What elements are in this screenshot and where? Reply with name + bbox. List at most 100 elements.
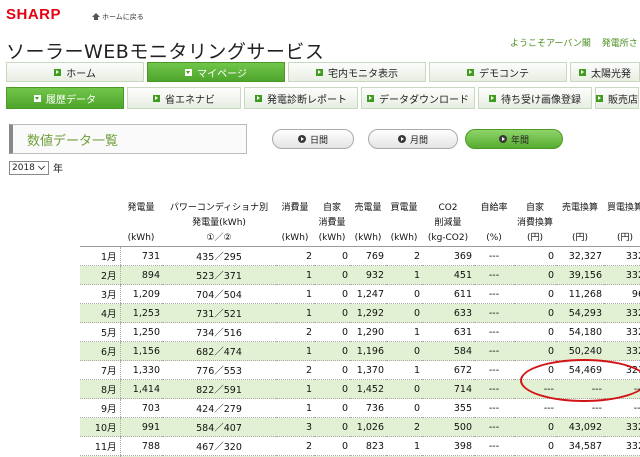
column-header-line: (円): [616, 233, 634, 243]
table-cell: 584／407: [162, 417, 276, 437]
table-cell: 0: [386, 303, 422, 323]
table-cell: 1,290: [350, 322, 386, 342]
table-cell: 1,196: [350, 341, 386, 361]
arrow-square-icon: [54, 68, 62, 76]
table-cell: 0: [386, 341, 422, 361]
subnav-label: 待ち受け画像登録: [501, 94, 581, 106]
table-cell: ---: [556, 398, 604, 418]
subnav-diagnosis-report[interactable]: 発電診断レポート: [244, 87, 358, 109]
table-cell: 1,414: [119, 379, 162, 399]
table-cell: 2: [276, 322, 314, 342]
column-header: CO2 削減量 (kg-CO2): [422, 201, 474, 247]
data-table: 発電量 (kWh) パワーコンディショナ別 発電量(kWh) ①／② 消費量 (kWh)…: [80, 201, 640, 457]
column-header-line: [350, 216, 386, 231]
table-row: 4月1,253731／521101,2920633---054,293332: [80, 303, 640, 323]
table-cell: 1,292: [350, 303, 386, 323]
period-button-yearly[interactable]: 年間: [465, 129, 563, 149]
column-header-line: [120, 216, 162, 231]
subnav-dealer[interactable]: 販売店: [595, 87, 639, 109]
period-button-monthly[interactable]: 月間: [368, 129, 458, 149]
month-header: [80, 201, 120, 247]
table-row: 3月1,209704／504101,2470611---011,26896: [80, 284, 640, 304]
nav-tab-demo-content[interactable]: デモコンテ: [429, 62, 567, 82]
subnav-wallpaper-register[interactable]: 待ち受け画像登録: [478, 87, 592, 109]
table-cell: 1,156: [119, 341, 162, 361]
period-button-label: 年間: [510, 135, 529, 146]
subnav-label: 省エネナビ: [165, 94, 215, 106]
table-cell: 500: [422, 417, 474, 437]
arrow-square-icon: [153, 94, 160, 102]
table-cell: 1: [276, 379, 314, 399]
table-cell: 332: [604, 341, 640, 361]
table-cell: 43,092: [556, 417, 604, 437]
table-cell: 1: [386, 436, 422, 456]
table-cell: 0: [314, 417, 350, 437]
table-cell: 731: [119, 246, 162, 266]
column-header-line: [276, 216, 314, 231]
column-header-line: [556, 216, 604, 231]
column-header-line: パワーコンディショナ別: [169, 203, 269, 213]
table-cell: 2: [276, 246, 314, 266]
sharp-logo[interactable]: SHARP: [6, 6, 61, 23]
column-header-line: [604, 216, 640, 231]
month-cell: 5月: [80, 322, 120, 342]
subnav-history-data[interactable]: 履歴データ: [6, 87, 124, 109]
table-header: 発電量 (kWh) パワーコンディショナ別 発電量(kWh) ①／② 消費量 (kWh)…: [80, 201, 640, 247]
nav-tab-label: ホーム: [66, 68, 96, 80]
table-cell: 1: [386, 265, 422, 285]
table-cell: 332: [604, 417, 640, 437]
table-cell: 332: [604, 265, 640, 285]
nav-tab-home-monitor[interactable]: 宅内モニタ表示: [288, 62, 426, 82]
table-cell: 736: [350, 398, 386, 418]
table-cell: 54,469: [556, 360, 604, 380]
table-cell: 451: [422, 265, 474, 285]
table-cell: 0: [514, 341, 556, 361]
table-cell: ---: [604, 398, 640, 418]
table-cell: 11,268: [556, 284, 604, 304]
month-cell: 11月: [80, 436, 120, 456]
down-square-icon: [185, 68, 193, 76]
nav-tab-home[interactable]: ホーム: [6, 62, 144, 82]
subnav-energy-navi[interactable]: 省エネナビ: [127, 87, 241, 109]
table-body: 1月731435／295207692369---032,3273322月8945…: [80, 246, 640, 457]
year-select[interactable]: 2018: [9, 160, 49, 175]
table-cell: 1: [276, 284, 314, 304]
month-cell: 6月: [80, 341, 120, 361]
column-header-line: 買電量: [390, 203, 418, 213]
table-cell: 776／553: [162, 360, 276, 380]
table-row: 9月703424／279107360355------------: [80, 398, 640, 418]
nav-tab-solar[interactable]: 太陽光発: [570, 62, 640, 82]
table-cell: ---: [514, 398, 556, 418]
table-cell: 355: [422, 398, 474, 418]
home-link-label: ホームに戻る: [102, 13, 144, 21]
column-header-line: 消費換算: [516, 218, 553, 228]
subnav-data-download[interactable]: データダウンロード: [361, 87, 475, 109]
table-cell: 0: [386, 284, 422, 304]
column-header: 売電換算 (円): [556, 201, 604, 247]
table-cell: 1,370: [350, 360, 386, 380]
table-cell: 0: [314, 303, 350, 323]
home-link[interactable]: ホームに戻る: [92, 12, 144, 22]
table-cell: 0: [314, 284, 350, 304]
table-cell: 2: [276, 436, 314, 456]
table-cell: ---: [474, 379, 514, 399]
column-header-line: 自家: [525, 203, 544, 213]
table-cell: 611: [422, 284, 474, 304]
table-row: 1月731435／295207692369---032,327332: [80, 246, 640, 266]
column-header-line: (円): [526, 233, 544, 243]
table-cell: ---: [474, 360, 514, 380]
month-cell: 3月: [80, 284, 120, 304]
table-cell: 703: [119, 398, 162, 418]
table-cell: 332: [604, 436, 640, 456]
table-cell: 1,452: [350, 379, 386, 399]
column-header-line: 自家: [322, 203, 341, 213]
primary-nav: ホーム マイページ 宅内モニタ表示 デモコンテ 太陽光発: [6, 62, 640, 82]
table-cell: 0: [314, 341, 350, 361]
table-cell: 0: [514, 322, 556, 342]
nav-tab-mypage[interactable]: マイページ: [147, 62, 285, 82]
period-button-label: 日間: [309, 135, 328, 146]
column-header: 自家 消費量 (kWh): [314, 201, 350, 247]
period-button-daily[interactable]: 日間: [272, 129, 354, 149]
column-header: 買電量 (kWh): [386, 201, 422, 247]
period-button-label: 月間: [409, 135, 428, 146]
